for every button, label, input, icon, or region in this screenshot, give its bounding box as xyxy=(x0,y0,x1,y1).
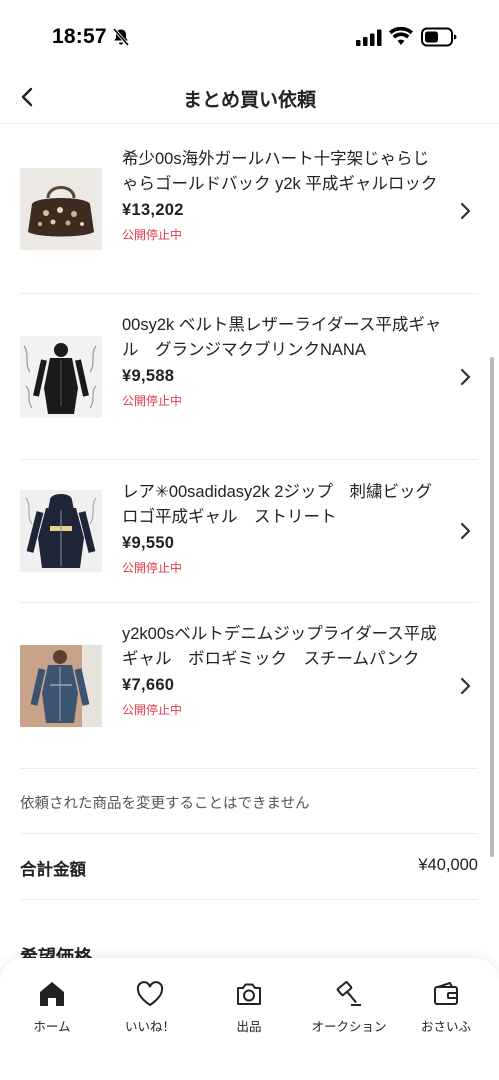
chevron-right-icon xyxy=(460,677,471,695)
product-info: 00sy2k ベルト黒レザーライダース平成ギャル グランジマクブリンクNANA … xyxy=(122,313,442,409)
gavel-icon xyxy=(336,981,361,1006)
tab-sell[interactable]: 出品 xyxy=(199,980,299,1040)
tab-home[interactable]: ホーム xyxy=(2,980,102,1040)
tab-label: 出品 xyxy=(236,1020,262,1034)
product-item[interactable]: 00sy2k ベルト黒レザーライダース平成ギャル グランジマクブリンクNANA … xyxy=(20,294,478,460)
chevron-right-icon xyxy=(460,368,471,386)
notice-text: 依頼された商品を変更することはできません xyxy=(20,796,310,812)
wallet-icon xyxy=(434,982,458,1005)
tab-likes[interactable]: いいね！ xyxy=(100,980,200,1040)
battery-icon xyxy=(421,27,457,47)
wifi-icon xyxy=(389,27,413,45)
tab-label: オークション xyxy=(311,1020,387,1034)
total-row: 合計金額 ¥40,000 xyxy=(20,834,478,900)
product-thumbnail-jacket xyxy=(20,336,102,418)
page-title: まとめ買い依頼 xyxy=(182,90,316,111)
nav-header: まとめ買い依頼 xyxy=(0,74,499,124)
tab-auction[interactable]: オークション xyxy=(297,980,401,1040)
product-price: ¥9,588 xyxy=(122,367,175,385)
cellular-signal-icon xyxy=(356,29,382,46)
status-time: 18:57 xyxy=(52,25,107,48)
tab-label: おさいふ xyxy=(420,1020,471,1034)
product-info: y2k00sベルトデニムジップライダース平成ギャル ボロギミック スチームパンク… xyxy=(122,622,442,718)
product-item[interactable]: 希少00s海外ガールハート十字架じゃらじゃらゴールドバック y2k 平成ギャルロ… xyxy=(20,125,478,294)
chevron-right-icon xyxy=(460,202,471,220)
product-title: 00sy2k ベルト黒レザーライダース平成ギャル グランジマクブリンクNANA xyxy=(122,316,442,359)
product-thumbnail-hoodie xyxy=(20,490,102,572)
tab-label: いいね！ xyxy=(124,1020,175,1034)
total-value: ¥40,000 xyxy=(418,856,478,874)
request-content[interactable]: 希少00s海外ガールハート十字架じゃらじゃらゴールドバック y2k 平成ギャルロ… xyxy=(0,125,499,960)
product-price: ¥13,202 xyxy=(122,201,184,219)
tab-label: ホーム xyxy=(33,1020,71,1034)
status-badge: 公開停止中 xyxy=(122,228,183,242)
product-info: 希少00s海外ガールハート十字架じゃらじゃらゴールドバック y2k 平成ギャルロ… xyxy=(122,147,442,243)
status-badge: 公開停止中 xyxy=(122,394,183,408)
chevron-right-icon xyxy=(460,522,471,540)
status-badge: 公開停止中 xyxy=(122,703,183,717)
tab-bar: ホーム いいね！ 出品 オークション おさいふ xyxy=(0,958,499,1080)
status-badge: 公開停止中 xyxy=(122,561,183,575)
product-thumbnail-denim-jacket xyxy=(20,645,102,727)
product-thumbnail-bag xyxy=(20,168,102,250)
scrollbar[interactable] xyxy=(490,357,494,857)
notice-row: 依頼された商品を変更することはできません xyxy=(20,769,478,834)
product-price: ¥9,550 xyxy=(122,534,175,552)
heart-icon xyxy=(136,981,164,1007)
product-info: レア✳︎00sadidasy2k 2ジップ 刺繍ビッグロゴ平成ギャル ストリート… xyxy=(122,480,442,576)
bell-muted-icon xyxy=(112,27,130,47)
product-title: y2k00sベルトデニムジップライダース平成ギャル ボロギミック スチームパンク xyxy=(122,625,437,668)
camera-icon xyxy=(237,983,261,1005)
home-icon xyxy=(40,982,64,1006)
product-item[interactable]: レア✳︎00sadidasy2k 2ジップ 刺繍ビッグロゴ平成ギャル ストリート… xyxy=(20,460,478,603)
product-title: レア✳︎00sadidasy2k 2ジップ 刺繍ビッグロゴ平成ギャル ストリート xyxy=(122,483,432,526)
product-title: 希少00s海外ガールハート十字架じゃらじゃらゴールドバック y2k 平成ギャルロ… xyxy=(122,150,438,193)
status-bar: 18:57 xyxy=(0,0,499,74)
product-price: ¥7,660 xyxy=(122,676,175,694)
tab-wallet[interactable]: おさいふ xyxy=(396,980,496,1040)
total-label: 合計金額 xyxy=(20,861,86,879)
product-item[interactable]: y2k00sベルトデニムジップライダース平成ギャル ボロギミック スチームパンク… xyxy=(20,603,478,769)
